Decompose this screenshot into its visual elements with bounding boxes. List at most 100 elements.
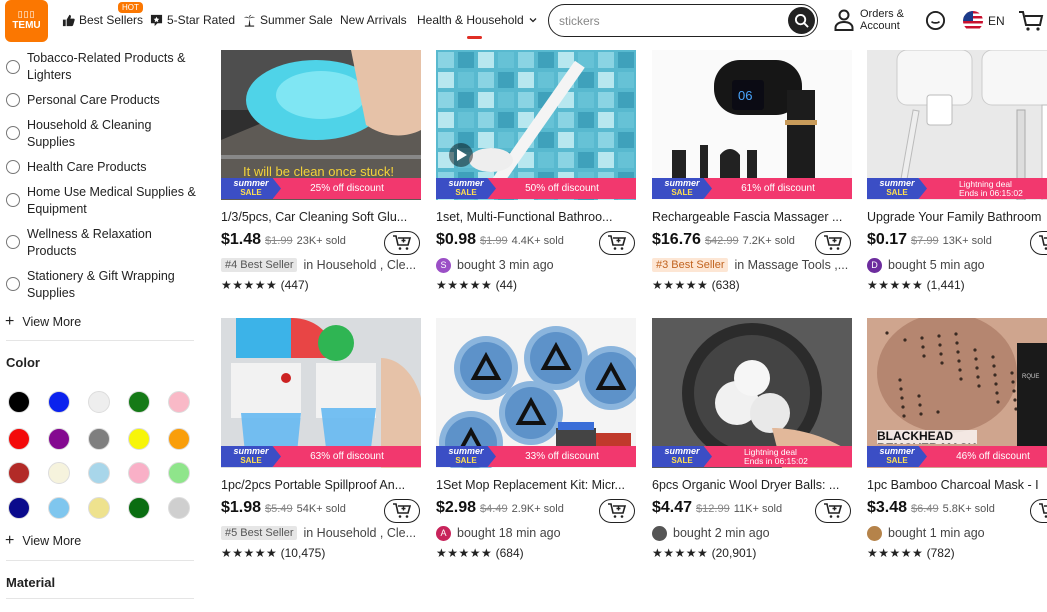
radio-button[interactable] [6, 235, 20, 249]
active-nav-indicator [467, 36, 482, 39]
orders-account-button[interactable]: Orders & Account [834, 8, 904, 32]
category-filter-option[interactable]: Tobacco-Related Products & Lighters [6, 50, 197, 84]
product-card[interactable]: Lightning deal Ends in 06:15:02 summer S… [652, 318, 852, 608]
color-swatch[interactable] [128, 497, 150, 519]
buyer-avatar: D [867, 257, 882, 273]
product-card[interactable]: RQUE 46% off discount summer SALE BLACKH… [867, 318, 1047, 608]
nav-summer-sale[interactable]: Summer Sale [243, 13, 333, 27]
radio-button[interactable] [6, 60, 20, 74]
product-meta: Sbought 3 min ago [436, 255, 636, 275]
add-to-cart-button[interactable] [384, 231, 420, 255]
category-filter-option[interactable]: Home Use Medical Supplies & Equipment [6, 184, 197, 218]
product-rating[interactable]: ★★★★★ (638) [652, 278, 740, 292]
star-rating-icon: ★★★★★ [867, 278, 924, 292]
product-card[interactable]: 63% off discount summer SALE 1pc/2pcs Po… [221, 318, 421, 608]
product-card[interactable]: 50% off discount summer SALE 1set, Multi… [436, 50, 636, 340]
category-filter-option[interactable]: Personal Care Products [6, 92, 197, 109]
add-to-cart-icon [608, 235, 627, 250]
color-swatch[interactable] [88, 497, 110, 519]
sold-count: 23K+ sold [296, 235, 346, 247]
add-to-cart-button[interactable] [815, 499, 851, 523]
summer-tag-line-2: SALE [240, 188, 262, 197]
summer-sale-tag: summer SALE [867, 178, 927, 199]
add-to-cart-button[interactable] [815, 231, 851, 255]
color-swatch[interactable] [8, 391, 30, 413]
nav-best-sellers[interactable]: Best Sellers [62, 13, 143, 27]
add-to-cart-button[interactable] [599, 499, 635, 523]
product-meta-text[interactable]: in Massage Tools ,... [734, 258, 848, 272]
category-filter-option[interactable]: Household & Cleaning Supplies [6, 117, 197, 151]
color-swatch[interactable] [168, 391, 190, 413]
color-view-more-button[interactable]: + View More [5, 533, 81, 549]
category-label: Health Care Products [27, 160, 147, 174]
nav-health-household[interactable]: Health & Household [417, 13, 538, 27]
product-meta-text[interactable]: in Household , Cle... [303, 258, 416, 272]
add-to-cart-button[interactable] [1030, 499, 1047, 523]
search-button[interactable] [788, 7, 815, 34]
add-to-cart-icon [824, 503, 843, 518]
add-to-cart-button[interactable] [1030, 231, 1047, 255]
promo-banner: 50% off discount summer SALE [436, 178, 636, 199]
color-swatch[interactable] [48, 428, 70, 450]
product-title[interactable]: 6pcs Organic Wool Dryer Balls: ... [652, 478, 852, 492]
palm-tree-icon [243, 14, 256, 27]
star-rating-icon: ★★★★★ [652, 546, 709, 560]
product-rating[interactable]: ★★★★★ (684) [436, 546, 524, 560]
product-rating[interactable]: ★★★★★ (782) [867, 546, 955, 560]
color-swatch[interactable] [48, 497, 70, 519]
product-meta-text[interactable]: in Household , Cle... [303, 526, 416, 540]
support-chat-icon[interactable] [925, 10, 946, 31]
color-swatch[interactable] [88, 428, 110, 450]
radio-button[interactable] [6, 160, 20, 174]
product-title[interactable]: 1pc Bamboo Charcoal Mask - I [867, 478, 1047, 492]
product-title[interactable]: Upgrade Your Family Bathroom [867, 210, 1047, 224]
original-price: $5.49 [265, 503, 293, 515]
product-title[interactable]: Rechargeable Fascia Massager ... [652, 210, 852, 224]
product-title[interactable]: 1/3/5pcs, Car Cleaning Soft Glu... [221, 210, 421, 224]
category-filter-option[interactable]: Stationery & Gift Wrapping Supplies [6, 268, 197, 302]
sold-count: 54K+ sold [296, 503, 346, 515]
category-filter-option[interactable]: Health Care Products [6, 159, 197, 176]
nav-five-star-rated[interactable]: 5-Star Rated [150, 13, 235, 27]
language-selector[interactable]: EN [963, 11, 1005, 31]
product-rating[interactable]: ★★★★★ (20,901) [652, 546, 756, 560]
product-price: $0.98 [436, 231, 477, 248]
product-title[interactable]: 1Set Mop Replacement Kit: Micr... [436, 478, 636, 492]
color-swatch[interactable] [8, 428, 30, 450]
color-swatch[interactable] [48, 462, 70, 484]
color-swatch[interactable] [88, 391, 110, 413]
product-card[interactable]: 33% off discount summer SALE 1Set Mop Re… [436, 318, 636, 608]
add-to-cart-button[interactable] [384, 499, 420, 523]
color-swatch[interactable] [8, 497, 30, 519]
shopping-cart-icon[interactable] [1018, 10, 1044, 32]
color-swatch[interactable] [48, 391, 70, 413]
add-to-cart-button[interactable] [599, 231, 635, 255]
product-meta: Dbought 5 min ago [867, 255, 1047, 275]
temu-logo[interactable]: ▯▯▯ TEMU [5, 0, 48, 42]
product-card[interactable]: 06 61% off discount summer SALE Recharge… [652, 50, 852, 340]
color-swatch[interactable] [168, 428, 190, 450]
color-swatch[interactable] [168, 462, 190, 484]
category-filter-option[interactable]: Wellness & Relaxation Products [6, 226, 197, 260]
nav-new-arrivals[interactable]: New Arrivals [340, 13, 407, 27]
radio-button[interactable] [6, 277, 20, 291]
color-swatch[interactable] [128, 391, 150, 413]
product-title[interactable]: 1set, Multi-Functional Bathroo... [436, 210, 636, 224]
color-swatch[interactable] [88, 462, 110, 484]
radio-button[interactable] [6, 93, 20, 107]
radio-button[interactable] [6, 126, 20, 140]
product-title[interactable]: 1pc/2pcs Portable Spillproof An... [221, 478, 421, 492]
radio-button[interactable] [6, 193, 20, 207]
product-rating[interactable]: ★★★★★ (447) [221, 278, 309, 292]
category-view-more-button[interactable]: + View More [5, 314, 81, 330]
product-rating[interactable]: ★★★★★ (44) [436, 278, 517, 292]
color-swatch[interactable] [128, 428, 150, 450]
product-card[interactable]: It will be clean once stuck! 25% off dis… [221, 50, 421, 340]
color-swatch[interactable] [168, 497, 190, 519]
color-swatch[interactable] [128, 462, 150, 484]
color-swatch[interactable] [8, 462, 30, 484]
product-rating[interactable]: ★★★★★ (1,441) [867, 278, 965, 292]
product-rating[interactable]: ★★★★★ (10,475) [221, 546, 325, 560]
product-card[interactable]: Lightning deal Ends in 06:15:02 summer S… [867, 50, 1047, 340]
search-input[interactable] [559, 12, 779, 30]
